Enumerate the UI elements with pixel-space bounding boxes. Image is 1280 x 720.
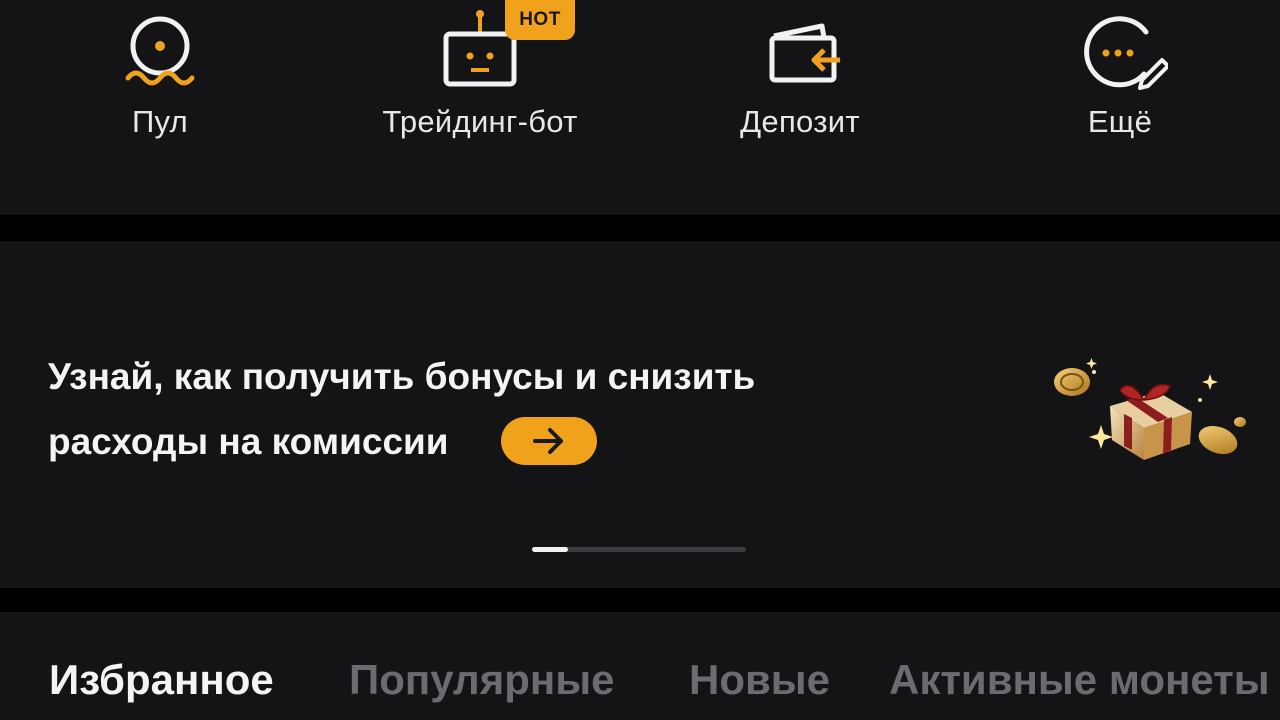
- promo-banner[interactable]: Узнай, как получить бонусы и снизить рас…: [0, 241, 1280, 588]
- banner-text: Узнай, как получить бонусы и снизить рас…: [48, 344, 868, 474]
- quick-action-pool[interactable]: Пул: [0, 0, 320, 215]
- more-icon: [1072, 8, 1170, 98]
- quick-action-label: Ещё: [1087, 104, 1153, 139]
- deposit-icon: [752, 8, 848, 98]
- banner-pager-active: [532, 547, 568, 552]
- tab-popular[interactable]: Популярные: [349, 656, 614, 704]
- banner-arrow-button[interactable]: [500, 417, 597, 466]
- quick-action-trading-bot[interactable]: Трейдинг-бот: [320, 0, 640, 215]
- banner-line-1: Узнай, как получить бонусы и снизить: [48, 356, 756, 397]
- banner-line-2: расходы на комиссии: [48, 421, 449, 462]
- screen: Пул Трейдинг-бот Депозит Ещё HOT Узнай, …: [0, 0, 1280, 720]
- tab-favorites[interactable]: Избранное: [49, 656, 274, 704]
- tab-new[interactable]: Новые: [689, 656, 830, 704]
- hot-badge: HOT: [505, 0, 575, 40]
- banner-pager: [532, 547, 746, 552]
- quick-action-label: Пул: [131, 104, 189, 139]
- tab-active-coins[interactable]: Активные монеты: [889, 656, 1270, 704]
- pool-icon: [112, 8, 208, 98]
- quick-action-deposit[interactable]: Депозит: [640, 0, 960, 215]
- market-tabs: Избранное Популярные Новые Активные моне…: [0, 612, 1280, 720]
- quick-action-label: Депозит: [740, 104, 860, 139]
- quick-actions-bar: Пул Трейдинг-бот Депозит Ещё HOT: [0, 0, 1280, 215]
- gift-illustration-icon: [1040, 356, 1250, 476]
- quick-action-more[interactable]: Ещё: [960, 0, 1280, 215]
- arrow-right-icon: [532, 428, 563, 455]
- quick-action-label: Трейдинг-бот: [382, 104, 578, 139]
